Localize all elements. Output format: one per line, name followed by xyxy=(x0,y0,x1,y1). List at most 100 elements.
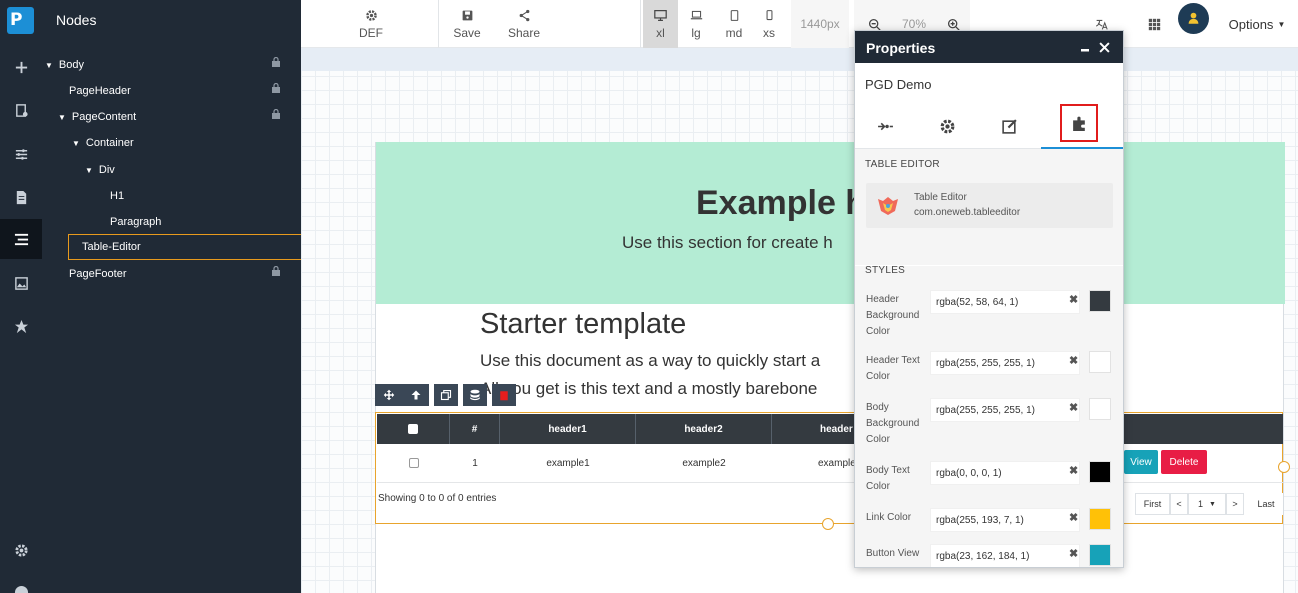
document-icon[interactable] xyxy=(0,177,42,217)
clear-icon[interactable]: ✖ xyxy=(1069,401,1078,414)
color-swatch[interactable] xyxy=(1089,290,1111,312)
sliders-icon[interactable] xyxy=(0,134,42,174)
row-divider xyxy=(377,482,1283,483)
resize-handle-right[interactable] xyxy=(1278,461,1290,473)
move-and-up-buttons xyxy=(375,384,429,406)
color-value-input[interactable]: rgba(0, 0, 0, 1) xyxy=(930,461,1080,485)
move-icon[interactable] xyxy=(383,389,395,401)
pager-first[interactable]: First xyxy=(1135,493,1170,515)
options-menu[interactable]: Options ▼ xyxy=(1227,0,1287,48)
plugin-id: com.oneweb.tableeditor xyxy=(914,207,1021,218)
color-value-input[interactable]: rgba(52, 58, 64, 1) xyxy=(930,290,1080,314)
nodes-panel: Nodes ▼ Body PageHeader ▼ PageContent ▼ … xyxy=(42,0,301,593)
chevron-down-icon: ▼ xyxy=(1209,500,1216,508)
tab-settings[interactable] xyxy=(917,104,977,148)
gear-icon[interactable] xyxy=(0,530,42,570)
lock-icon xyxy=(272,83,280,93)
tab-bindings[interactable] xyxy=(855,104,915,148)
row-checkbox[interactable] xyxy=(408,458,419,468)
select-all-checkbox[interactable] xyxy=(408,424,418,434)
caret-down-icon[interactable]: ▼ xyxy=(45,61,53,70)
node-pagecontent[interactable]: ▼ PageContent xyxy=(58,104,136,130)
close-icon[interactable] xyxy=(1099,42,1110,53)
breakpoint-md-button[interactable]: md xyxy=(718,0,750,48)
star-icon[interactable] xyxy=(0,306,42,346)
color-value-input[interactable]: rgba(255, 255, 255, 1) xyxy=(930,351,1080,375)
apps-grid-button[interactable] xyxy=(1144,0,1164,48)
row-checkbox-cell xyxy=(377,444,450,482)
caret-down-icon: ▼ xyxy=(1277,19,1286,29)
color-value-input[interactable]: rgba(23, 162, 184, 1) xyxy=(930,544,1080,567)
avatar[interactable] xyxy=(1178,3,1209,34)
clear-icon[interactable]: ✖ xyxy=(1069,511,1078,524)
color-swatch[interactable] xyxy=(1089,461,1111,483)
node-pagefooter[interactable]: PageFooter xyxy=(69,261,126,287)
header-index[interactable]: # xyxy=(450,414,500,444)
color-swatch[interactable] xyxy=(1089,508,1111,530)
delete-button[interactable]: Delete xyxy=(1161,450,1207,474)
tablet-icon xyxy=(730,9,738,21)
pager-last[interactable]: Last xyxy=(1249,493,1283,515)
image-icon[interactable] xyxy=(0,263,42,303)
nodes-tree-icon[interactable] xyxy=(0,219,42,259)
header-col-1[interactable]: header1 xyxy=(500,414,636,444)
save-icon xyxy=(462,10,472,20)
def-button[interactable]: DEF xyxy=(351,0,391,48)
clear-icon[interactable]: ✖ xyxy=(1069,464,1078,477)
resize-handle-bottom[interactable] xyxy=(822,518,834,530)
caret-down-icon[interactable]: ▼ xyxy=(72,139,80,148)
add-icon[interactable] xyxy=(0,47,42,87)
data-source-button[interactable] xyxy=(463,384,487,406)
properties-header[interactable]: Properties xyxy=(855,31,1123,63)
color-swatch[interactable] xyxy=(1089,398,1111,420)
node-table-editor[interactable]: Table-Editor xyxy=(68,234,301,260)
breakpoint-lg-button[interactable]: lg xyxy=(681,0,711,48)
app-logo: P xyxy=(7,7,34,34)
node-body[interactable]: ▼ Body xyxy=(45,52,84,78)
table-editor-component[interactable]: # header1 header2 header 1 example1 exam… xyxy=(375,412,1283,524)
hero-subtitle: Use this section for create h xyxy=(622,233,833,252)
color-swatch[interactable] xyxy=(1089,351,1111,373)
plugin-name: Table Editor xyxy=(914,192,967,203)
entries-info: Showing 0 to 0 of 0 entries xyxy=(378,493,497,504)
breakpoint-xs-button[interactable]: xs xyxy=(757,0,781,48)
pager-page-select[interactable]: 1 ▼ xyxy=(1188,493,1226,515)
duplicate-button[interactable] xyxy=(434,384,458,406)
node-container[interactable]: ▼ Container xyxy=(72,130,134,156)
info-icon[interactable] xyxy=(0,572,42,593)
node-h1[interactable]: H1 xyxy=(110,183,124,209)
arrow-up-icon[interactable] xyxy=(410,389,422,401)
color-value-input[interactable]: rgba(255, 255, 255, 1) xyxy=(930,398,1080,422)
share-button[interactable]: Share xyxy=(503,0,545,48)
save-button[interactable]: Save xyxy=(447,0,487,48)
caret-down-icon[interactable]: ▼ xyxy=(58,113,66,122)
zoom-in-icon xyxy=(947,18,960,31)
color-swatch[interactable] xyxy=(1089,544,1111,566)
starter-title: Starter template xyxy=(480,308,687,340)
node-paragraph[interactable]: Paragraph xyxy=(110,209,161,235)
tab-plugin[interactable] xyxy=(1060,104,1098,142)
color-value-input[interactable]: rgba(255, 193, 7, 1) xyxy=(930,508,1080,532)
hero-section[interactable]: Example h Use this section for create h xyxy=(376,142,1285,304)
caret-down-icon[interactable]: ▼ xyxy=(85,166,93,175)
clear-icon[interactable]: ✖ xyxy=(1069,354,1078,367)
view-button[interactable]: View xyxy=(1124,450,1158,474)
section-styles: STYLES xyxy=(865,265,906,276)
gear-icon xyxy=(940,119,954,133)
minimize-icon[interactable] xyxy=(1080,45,1090,55)
pager-next[interactable]: > xyxy=(1226,493,1244,515)
table-header: # header1 header2 header xyxy=(377,414,1283,444)
user-icon xyxy=(1188,12,1199,24)
pager-prev[interactable]: < xyxy=(1170,493,1188,515)
grid-icon xyxy=(1148,18,1160,30)
node-pageheader[interactable]: PageHeader xyxy=(69,78,131,104)
page-settings-icon[interactable] xyxy=(0,90,42,130)
clear-icon[interactable]: ✖ xyxy=(1069,293,1078,306)
clear-icon[interactable]: ✖ xyxy=(1069,547,1078,560)
header-col-2[interactable]: header2 xyxy=(636,414,772,444)
breakpoint-xl-button[interactable]: xl xyxy=(643,0,678,48)
delete-element-button[interactable] xyxy=(492,384,516,406)
tab-edit[interactable] xyxy=(979,104,1039,148)
plugin-card[interactable]: Table Editor com.oneweb.tableeditor xyxy=(866,183,1113,228)
node-div[interactable]: ▼ Div xyxy=(85,157,115,183)
